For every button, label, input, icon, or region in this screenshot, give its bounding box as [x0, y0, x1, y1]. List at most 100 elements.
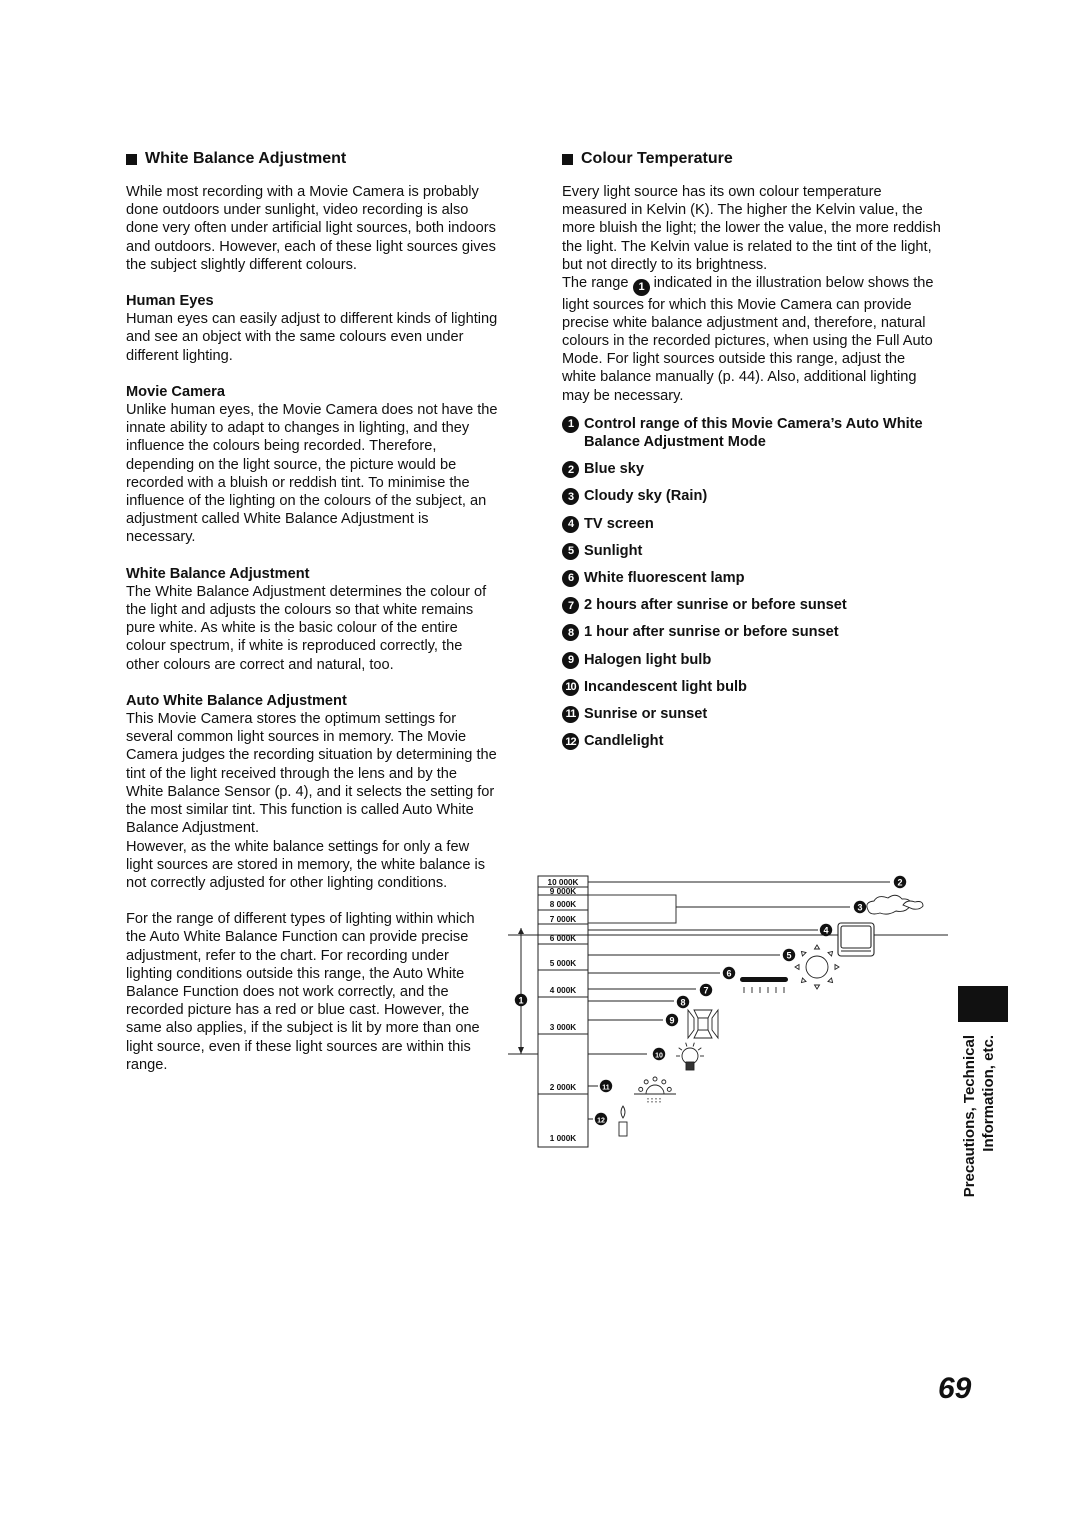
auto-wb-text: This Movie Camera stores the optimum set… [126, 711, 497, 837]
legend-label: Control range of this Movie Camera’s Aut… [584, 415, 923, 451]
left-column: White Balance Adjustment While most reco… [126, 148, 498, 1074]
scale-label: 5 000K [550, 959, 576, 968]
human-eyes-text: Human eyes can easily adjust to differen… [126, 311, 498, 364]
page-number: 69 [938, 1372, 972, 1405]
number-marker-icon: 12 [562, 733, 579, 751]
number-marker-icon: 2 [893, 875, 907, 889]
candle-icon [618, 1105, 628, 1137]
number-marker-icon: 12 [594, 1112, 608, 1126]
legend-label: Sunrise or sunset [584, 706, 708, 723]
legend-item: 8 1 hour after sunrise or before sunset [562, 623, 942, 642]
right-column: Colour Temperature Every light source ha… [562, 148, 942, 759]
legend-label: Candlelight [584, 733, 664, 750]
legend-label: Incandescent light bulb [584, 678, 747, 695]
colour-temp-intro: Every light source has its own colour te… [562, 184, 941, 273]
wb-adjustment-title: White Balance Adjustment [126, 565, 310, 582]
range-arrow-head-up [518, 928, 524, 934]
scale-label: 8 000K [550, 900, 576, 909]
scale-label: 10 000K [548, 878, 579, 887]
svg-text:7: 7 [703, 985, 708, 995]
sun-icon [794, 944, 840, 990]
number-marker-icon: 11 [562, 706, 579, 724]
cloudy-range-bracket [588, 894, 677, 924]
halogen-lamp-icon [687, 1008, 719, 1040]
svg-text:3: 3 [857, 902, 862, 912]
legend-label: Cloudy sky (Rain) [584, 488, 708, 505]
tv-icon [837, 922, 875, 957]
range-paragraph: The range 1 indicated in the illustratio… [562, 275, 934, 404]
scale-label: 3 000K [550, 1023, 576, 1032]
number-marker-icon: 6 [562, 570, 579, 588]
fluorescent-lamp-icon [740, 977, 788, 993]
svg-text:5: 5 [786, 950, 791, 960]
legend-item: 3 Cloudy sky (Rain) [562, 487, 942, 506]
auto-wb-text-2: However, as the white balance settings f… [126, 838, 486, 891]
legend-item: 7 2 hours after sunrise or before sunset [562, 596, 942, 615]
range-marker-icon: 1 [632, 278, 650, 296]
legend-item: 5 Sunlight [562, 542, 942, 560]
legend-label: 2 hours after sunrise or before sunset [584, 597, 847, 614]
svg-text:4: 4 [823, 925, 828, 935]
number-marker-icon: 9 [562, 651, 579, 669]
number-marker-icon: 3 [853, 900, 867, 914]
number-marker-icon: 10 [562, 678, 579, 696]
number-marker-icon: 7 [699, 983, 713, 997]
legend-item: 11 Sunrise or sunset [562, 705, 942, 724]
number-marker-icon: 4 [819, 923, 833, 937]
number-marker-icon: 10 [652, 1047, 666, 1061]
colour-temperature-heading: Colour Temperature [562, 148, 942, 170]
colour-temperature-diagram: 10 000K9 000K8 000K7 000K6 000K5 000K4 0… [508, 875, 948, 1148]
number-marker-icon: 8 [676, 995, 690, 1009]
range-arrow-head-down [518, 1047, 524, 1054]
number-marker-icon: 9 [665, 1013, 679, 1027]
legend-item: 2 Blue sky [562, 460, 942, 479]
number-marker-icon: 5 [562, 542, 579, 560]
number-marker-icon: 8 [562, 624, 579, 642]
svg-text:11: 11 [602, 1084, 610, 1091]
legend-item: 6 White fluorescent lamp [562, 569, 942, 588]
scale-label: 7 000K [550, 915, 576, 924]
scale-label: 1 000K [550, 1134, 576, 1143]
svg-text:10: 10 [655, 1052, 663, 1059]
legend-label: Sunlight [584, 542, 643, 559]
auto-wb-title: Auto White Balance Adjustment [126, 692, 347, 709]
scale-label: 2 000K [550, 1083, 576, 1092]
number-marker-icon: 3 [562, 488, 579, 506]
number-marker-icon: 4 [562, 515, 579, 533]
legend-item: 4 TV screen [562, 515, 942, 533]
light-bulb-icon [676, 1042, 704, 1071]
legend-item: 12 Candlelight [562, 732, 942, 751]
number-marker-icon: 1 [514, 993, 528, 1007]
number-marker-icon: 7 [562, 597, 579, 615]
intro-paragraph: While most recording with a Movie Camera… [126, 184, 496, 273]
closing-paragraph: For the range of different types of ligh… [126, 911, 480, 1073]
legend-label: Blue sky [584, 461, 645, 478]
square-bullet-icon [562, 153, 573, 165]
section-tab-marker [958, 986, 1008, 1022]
legend-label: 1 hour after sunrise or before sunset [584, 624, 839, 641]
white-balance-heading: White Balance Adjustment [126, 148, 498, 170]
legend-list: 1 Control range of this Movie Camera’s Au… [562, 415, 942, 751]
legend-label: White fluorescent lamp [584, 570, 745, 587]
square-bullet-icon [126, 153, 137, 165]
legend-label: Halogen light bulb [584, 651, 712, 668]
svg-text:12: 12 [597, 1117, 605, 1124]
svg-text:8: 8 [680, 997, 685, 1007]
number-marker-icon: 11 [599, 1079, 613, 1093]
movie-camera-title: Movie Camera [126, 383, 225, 400]
legend-item: 1 Control range of this Movie Camera’s Au… [562, 415, 942, 451]
svg-text:2: 2 [897, 877, 902, 887]
legend-item: 9 Halogen light bulb [562, 651, 942, 669]
number-marker-icon: 6 [722, 966, 736, 980]
svg-text:1: 1 [518, 995, 523, 1005]
cloud-icon [866, 894, 924, 915]
human-eyes-title: Human Eyes [126, 293, 214, 310]
movie-camera-text: Unlike human eyes, the Movie Camera does… [126, 402, 498, 546]
sunrise-icon [634, 1076, 676, 1104]
legend-item: 10 Incandescent light bulb [562, 678, 942, 696]
wb-adjustment-text: The White Balance Adjustment determines … [126, 583, 487, 673]
scale-label: 4 000K [550, 986, 576, 995]
legend-label: TV screen [584, 515, 654, 532]
number-marker-icon: 1 [562, 415, 579, 433]
number-marker-icon: 5 [782, 948, 796, 962]
